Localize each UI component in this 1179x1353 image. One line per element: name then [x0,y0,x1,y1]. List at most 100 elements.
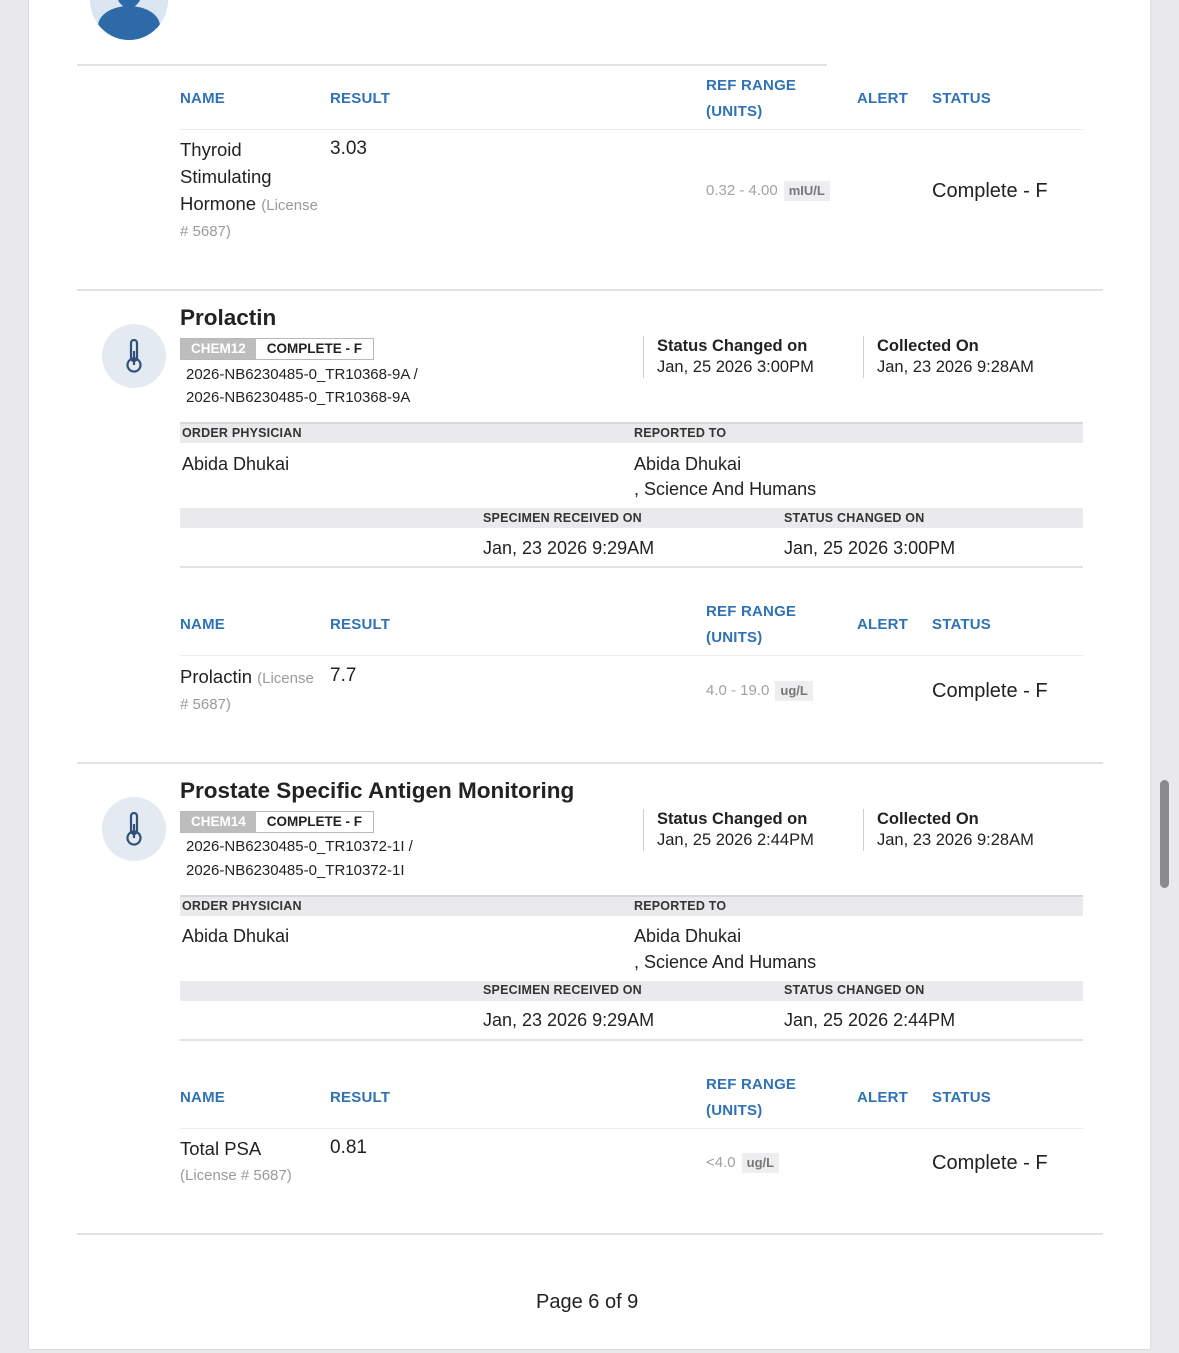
test-name-part: Prolactin [180,666,252,687]
col-header-name: NAME [180,1089,225,1106]
reported-to-org: , Science And Humans [634,952,817,972]
divider [77,64,827,66]
collected-on-value: Jan, 23 2026 9:28AM [877,831,1034,849]
license-label: (License [257,670,314,687]
panel-badge-status: COMPLETE - F [255,339,374,359]
col-header-alert: ALERT [857,616,908,633]
section-divider [77,289,1103,291]
license-number: # 5687) [180,696,231,713]
status-changed-caps-label: STATUS CHANGED ON [784,983,925,997]
col-header-result: RESULT [330,90,391,107]
panel-badge: CHEM14 COMPLETE - F [180,811,375,833]
result-value: 0.81 [330,1137,367,1158]
status-changed-caps-value: Jan, 25 2026 3:00PM [784,538,956,558]
col-header-units: (UNITS) [706,103,763,120]
col-header-result: RESULT [330,1089,391,1106]
divider [180,1039,1083,1041]
reported-to-label: REPORTED TO [634,426,727,440]
divider [863,809,864,851]
test-name: Hormone (License [180,190,318,219]
status-changed-label: Status Changed on [657,337,808,355]
vertical-scrollbar[interactable] [1160,780,1169,888]
report-page: NAME RESULT REF RANGE (UNITS) ALERT STAT… [29,0,1150,1349]
result-value: 7.7 [330,665,357,686]
col-header-ref-range: REF RANGE [706,603,797,620]
panel-code: CHEM12 [181,339,256,359]
col-header-name: NAME [180,90,225,107]
panel-title: Prolactin [180,305,277,330]
collected-on-value: Jan, 23 2026 9:28AM [877,358,1034,376]
page-number: Page 6 of 9 [536,1291,639,1313]
col-header-units: (UNITS) [706,1102,763,1119]
result-status: Complete - F [932,1152,1048,1174]
panel-badge: CHEM12 COMPLETE - F [180,338,375,360]
status-changed-caps-value: Jan, 25 2026 2:44PM [784,1010,956,1030]
ref-range-value: 0.32 - 4.00 [706,182,778,199]
header-divider [180,1128,1083,1129]
thermometer-icon-svg [126,812,142,846]
specimen-received-label: SPECIMEN RECEIVED ON [483,511,642,525]
thermometer-icon [102,797,166,861]
avatar-body [98,6,160,40]
test-name: Prolactin (License [180,663,314,692]
ref-range-value: 4.0 - 19.0 [706,682,770,699]
section-divider [77,1233,1103,1235]
ref-range: <4.0 ug/L [706,1152,780,1174]
unit-badge: ug/L [741,1153,780,1173]
panel-code: CHEM14 [181,812,256,832]
test-name: Thyroid [180,139,242,160]
col-header-units: (UNITS) [706,629,763,646]
accession-number: 2026-NB6230485-0_TR10372-1I / [186,838,413,855]
specimen-received-value: Jan, 23 2026 9:29AM [483,1010,655,1030]
col-header-status: STATUS [932,90,991,107]
order-physician-label: ORDER PHYSICIAN [182,899,302,913]
status-changed-caps-label: STATUS CHANGED ON [784,511,925,525]
col-header-ref-range: REF RANGE [706,1076,797,1093]
result-value: 3.03 [330,138,367,159]
status-changed-label: Status Changed on [657,810,808,828]
order-physician-value: Abida Dhukai [182,926,290,946]
patient-avatar [90,0,168,40]
ref-range-value: <4.0 [706,1154,736,1171]
result-status: Complete - F [932,180,1048,202]
reported-to-value: Abida Dhukai [634,454,742,474]
accession-number: 2026-NB6230485-0_TR10368-9A [186,389,411,406]
specimen-received-value: Jan, 23 2026 9:29AM [483,538,655,558]
order-physician-value: Abida Dhukai [182,454,290,474]
panel-badge-status: COMPLETE - F [255,812,374,832]
section-divider [77,762,1103,764]
unit-badge: mIU/L [783,181,830,201]
col-header-result: RESULT [330,616,391,633]
specimen-received-label: SPECIMEN RECEIVED ON [483,983,642,997]
collected-on-label: Collected On [877,810,979,828]
divider [643,336,644,378]
result-status: Complete - F [932,680,1048,702]
license-label: (License # 5687) [180,1167,292,1184]
thermometer-icon-svg [126,339,142,373]
reported-to-value: Abida Dhukai [634,926,742,946]
panel-title: Prostate Specific Antigen Monitoring [180,778,575,803]
license-number: # 5687) [180,223,231,240]
test-name: Stimulating [180,166,272,187]
accession-number: 2026-NB6230485-0_TR10372-1I [186,862,405,879]
divider [180,566,1083,568]
divider [863,336,864,378]
col-header-alert: ALERT [857,90,908,107]
status-changed-value: Jan, 25 2026 3:00PM [657,358,814,376]
reported-to-label: REPORTED TO [634,899,727,913]
col-header-ref-range: REF RANGE [706,77,797,94]
header-divider [180,655,1083,656]
test-name: Total PSA [180,1138,262,1159]
col-header-status: STATUS [932,616,991,633]
collected-on-label: Collected On [877,337,979,355]
reported-to-org: , Science And Humans [634,479,817,499]
col-header-alert: ALERT [857,1089,908,1106]
col-header-name: NAME [180,616,225,633]
divider [643,809,644,851]
ref-range: 0.32 - 4.00 mIU/L [706,180,830,202]
physician-header-bar [180,895,1083,916]
test-name-part: Hormone [180,193,257,214]
license-label: (License [261,197,318,214]
accession-number: 2026-NB6230485-0_TR10368-9A / [186,366,418,383]
thermometer-icon [102,324,166,388]
